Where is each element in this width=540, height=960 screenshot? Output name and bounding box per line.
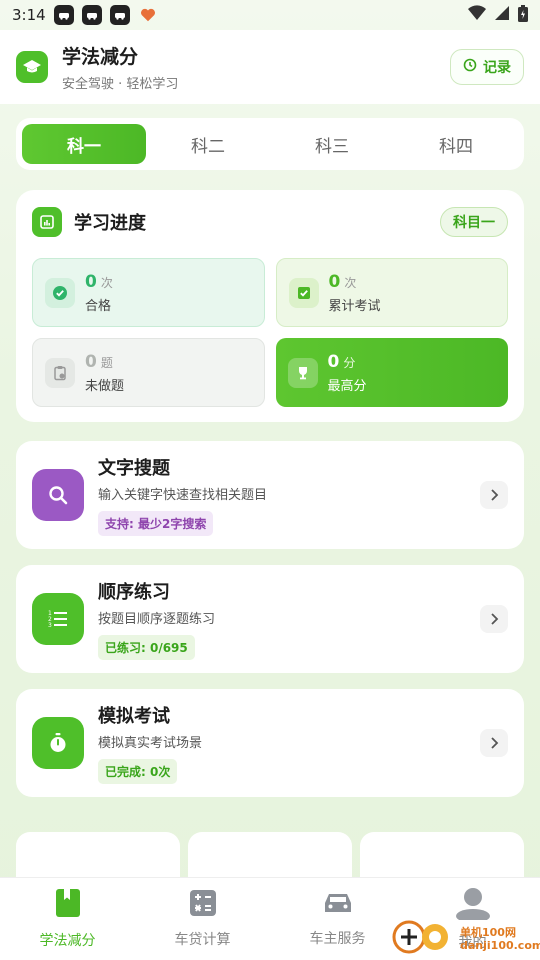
clipboard-check-icon [288,277,319,308]
feature-desc: 输入关键字快速查找相关题目 [98,488,268,503]
watermark-line1: 单机100网 [460,926,516,939]
feature-mock-exam[interactable]: 模拟考试 模拟真实考试场景 已完成: 0次 [16,689,524,797]
nav-label: 车贷计算 [174,932,231,948]
stat-best-value: 0 [327,351,340,372]
feature-title: 文字搜题 [98,458,170,479]
tab-subject-3[interactable]: 科三 [270,124,394,164]
record-button[interactable]: 记录 [450,49,524,85]
stat-todo-value: 0 [85,351,97,372]
heart-app-icon [138,5,158,25]
feature-text-search[interactable]: 文字搜题 输入关键字快速查找相关题目 支持: 最少2字搜索 [16,441,524,549]
app-subtitle: 安全驾驶 · 轻松学习 [62,77,179,92]
signal-icon [494,5,510,25]
feature-desc: 模拟真实考试场景 [98,736,203,751]
feature-sequential-practice[interactable]: 123 顺序练习 按题目顺序逐题练习 已练习: 0/695 [16,565,524,673]
stat-best-unit: 分 [343,355,356,370]
stat-todo-unit: 题 [100,355,113,370]
stat-unanswered: 0题 未做题 [32,338,265,407]
app-header: 学法减分 安全驾驶 · 轻松学习 记录 [0,30,540,104]
record-label: 记录 [483,60,511,76]
history-icon [463,58,477,76]
status-bar: 3:14 [0,0,540,30]
stat-pass-label: 合格 [85,298,112,314]
tab-subject-4[interactable]: 科四 [394,124,518,164]
watermark-logo-icon [392,918,454,960]
list-icon: 123 [32,593,84,645]
app-title: 学法减分 [62,46,139,68]
chevron-right-icon[interactable] [480,729,508,757]
clipboard-clock-icon [45,357,75,388]
car-app-icon [109,5,130,25]
stat-total-label: 累计考试 [328,298,381,314]
calculator-icon [189,889,217,921]
feature-title: 模拟考试 [98,706,170,727]
feature-tag: 已练习: 0/695 [98,635,195,660]
status-time: 3:14 [12,6,46,24]
chart-icon [32,207,62,237]
feature-desc: 按题目顺序逐题练习 [98,612,216,627]
trophy-icon [287,357,318,388]
progress-title: 学习进度 [74,213,146,234]
book-icon [55,888,81,922]
stat-best-label: 最高分 [327,378,367,394]
watermark-line2: danji100.com [460,939,540,952]
battery-icon [518,4,528,26]
nav-label: 学法减分 [39,933,96,949]
stat-pass-unit: 次 [100,275,113,290]
car-icon [323,890,353,920]
stopwatch-icon [32,717,84,769]
subject-badge[interactable]: 科目一 [440,207,508,237]
nav-label: 车主服务 [309,931,366,947]
stat-pass: 0次 合格 [32,258,265,327]
watermark: 单机100网 danji100.com [392,918,540,960]
stat-pass-value: 0 [85,271,97,292]
graduation-cap-icon [16,51,48,83]
feature-title: 顺序练习 [98,582,170,603]
nav-item-car-services[interactable]: 车主服务 [270,878,405,960]
stat-total-exams: 0次 累计考试 [275,258,508,327]
car-app-icon [53,5,74,25]
tab-subject-1[interactable]: 科一 [22,124,146,164]
progress-card: 学习进度 科目一 0次 合格 0次 累计考试 0题 未做题 0 分 最高分 [16,190,524,422]
stat-todo-label: 未做题 [85,378,125,394]
stat-total-unit: 次 [344,275,357,290]
search-icon [32,469,84,521]
nav-item-study[interactable]: 学法减分 [0,878,135,960]
feature-tag: 已完成: 0次 [98,759,178,784]
stat-total-value: 0 [328,271,341,292]
feature-tag: 支持: 最少2字搜索 [98,511,214,536]
chevron-right-icon[interactable] [480,605,508,633]
wifi-icon [468,5,486,25]
nav-item-loan-calculator[interactable]: 车贷计算 [135,878,270,960]
car-app-icon [81,5,102,25]
tab-subject-2[interactable]: 科二 [146,124,270,164]
subject-tabs: 科一 科二 科三 科四 [16,118,524,170]
stat-best-score: 0分 最高分 [275,338,508,407]
verified-icon [45,277,75,308]
svg-text:3: 3 [48,622,52,629]
chevron-right-icon[interactable] [480,481,508,509]
